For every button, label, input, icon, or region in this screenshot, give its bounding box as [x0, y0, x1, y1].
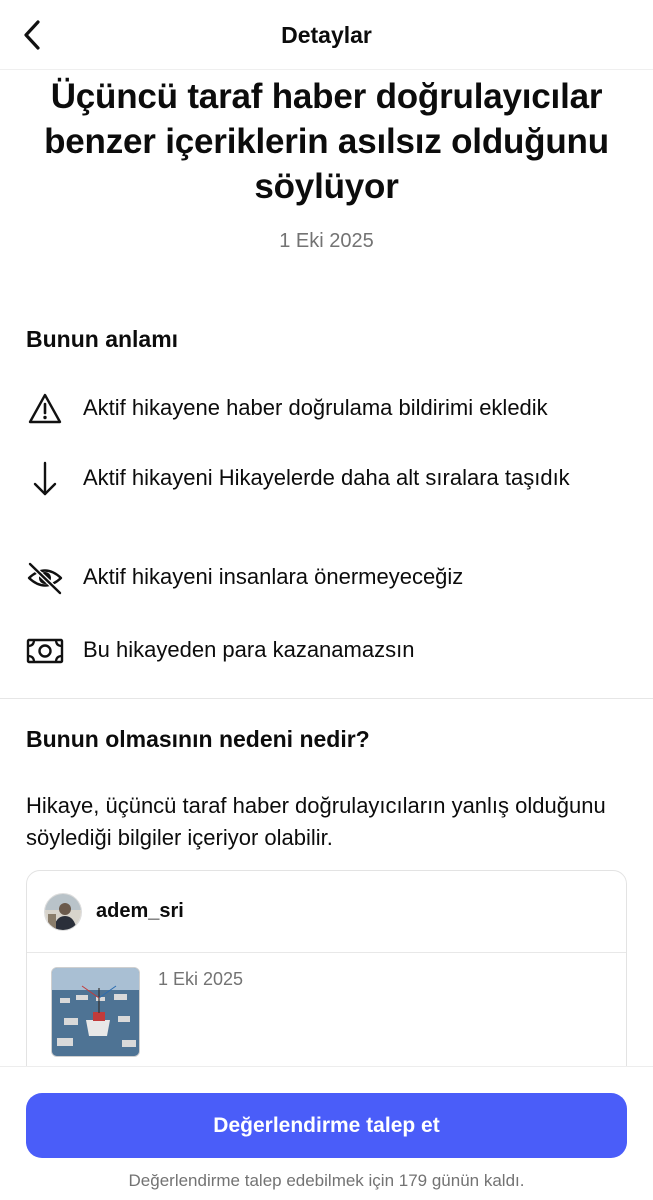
story-thumbnail[interactable] — [51, 967, 140, 1057]
story-preview-card[interactable]: adem_sri 1 Eki 2025 — [26, 870, 627, 1066]
bottom-action-area: Değerlendirme talep et Değerlendirme tal… — [0, 1066, 653, 1200]
meaning-item-lower-rank: Aktif hikayeni Hikayelerde daha alt sıra… — [26, 460, 633, 498]
section-divider — [0, 698, 653, 699]
avatar[interactable] — [44, 892, 82, 931]
notice-date: 1 Eki 2025 — [279, 230, 374, 252]
money-bill-icon — [26, 632, 64, 670]
meaning-item-warning-label: Aktif hikayene haber doğrulama bildirimi… — [26, 390, 633, 428]
page-title: Detaylar — [281, 22, 372, 48]
review-deadline-note: Değerlendirme talep edebilmek için 179 g… — [128, 1171, 525, 1190]
meaning-item-text: Bu hikayeden para kazanamazsın — [83, 637, 415, 662]
meaning-item-no-monetization: Bu hikayeden para kazanamazsın — [26, 632, 633, 670]
story-date: 1 Eki 2025 — [158, 969, 244, 989]
reason-section-title: Bunun olmasının nedeni nedir? — [26, 726, 370, 752]
meaning-item-not-recommended: Aktif hikayeni insanlara önermeyeceğiz — [26, 559, 633, 597]
top-navigation-bar: Detaylar — [0, 0, 653, 70]
meaning-item-text: Aktif hikayeni Hikayelerde daha alt sıra… — [83, 465, 570, 490]
meaning-section-title: Bunun anlamı — [26, 326, 179, 352]
warning-triangle-icon — [26, 390, 64, 428]
request-review-button[interactable]: Değerlendirme talep et — [26, 1093, 627, 1158]
meaning-item-text: Aktif hikayene haber doğrulama bildirimi… — [83, 395, 548, 420]
details-content[interactable]: Üçüncü taraf haber doğrulayıcılar benzer… — [0, 70, 653, 1066]
fact-check-headline: Üçüncü taraf haber doğrulayıcılar benzer… — [44, 77, 609, 206]
reason-text: Hikaye, üçüncü taraf haber doğrulayıcıla… — [26, 793, 606, 850]
story-author-username[interactable]: adem_sri — [96, 900, 184, 923]
arrow-down-icon — [26, 460, 64, 498]
eye-off-icon — [26, 559, 64, 597]
story-author-row: adem_sri — [27, 871, 626, 953]
meaning-item-text: Aktif hikayeni insanlara önermeyeceğiz — [83, 564, 464, 589]
